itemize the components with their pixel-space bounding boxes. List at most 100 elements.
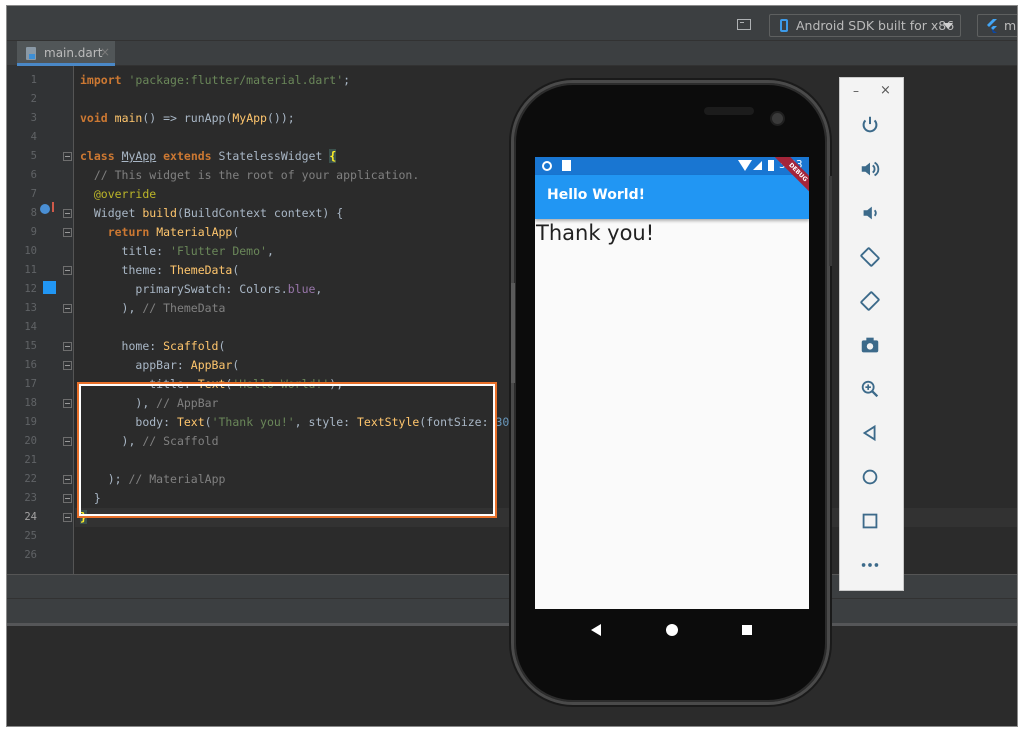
back-button[interactable] [858, 421, 882, 445]
fold-marker[interactable] [63, 152, 72, 161]
tab-main-dart[interactable]: main.dart × [17, 41, 115, 66]
token[interactable]: MyApp [122, 149, 157, 163]
camera-icon [770, 111, 785, 126]
body-text: Thank you! [536, 221, 655, 245]
token: AppBar [190, 358, 233, 372]
main-toolbar: Android SDK built for x86 m [7, 6, 1017, 41]
more-icon [861, 563, 879, 567]
token: ( [232, 263, 240, 277]
back-icon[interactable] [591, 624, 601, 636]
color-swatch-icon[interactable] [43, 281, 56, 294]
fold-marker[interactable] [63, 304, 72, 313]
token: main [114, 111, 143, 125]
app-bar-title: Hello World! [547, 187, 645, 203]
code-line-6: // This widget is the root of your appli… [80, 166, 419, 185]
token: extends [163, 149, 212, 163]
line-number: 25 [24, 530, 37, 542]
token: MyApp [232, 111, 267, 125]
token: // ThemeData [142, 301, 226, 315]
volume-down-icon [863, 206, 877, 220]
token: , [315, 282, 323, 296]
zoom-icon [861, 380, 879, 398]
phone-screen[interactable]: 3:03 Hello World! DEBUG Thank you! [535, 157, 809, 609]
code-line-16: appBar: AppBar( [80, 356, 239, 375]
more-button[interactable] [858, 553, 882, 577]
token: import [80, 73, 122, 87]
rotate-left-button[interactable] [858, 245, 882, 269]
line-number: 13 [24, 302, 37, 314]
line-number-current: 24 [24, 511, 37, 523]
token: StatelessWidget [218, 149, 323, 163]
fold-marker[interactable] [63, 399, 72, 408]
wifi-icon [738, 160, 752, 171]
token: MaterialApp [156, 225, 233, 239]
fold-marker[interactable] [63, 228, 72, 237]
volume-up-button[interactable] [858, 157, 882, 181]
token: Scaffold [163, 339, 219, 353]
fold-marker[interactable] [63, 437, 72, 446]
close-icon[interactable]: × [100, 45, 110, 59]
zoom-button[interactable] [858, 377, 882, 401]
token: (BuildContext context) { [176, 206, 344, 220]
annotation-highlight-box [77, 382, 497, 518]
token: () => runApp( [142, 111, 233, 125]
code-line-15: home: Scaffold( [80, 337, 226, 356]
fold-marker[interactable] [63, 342, 72, 351]
phone-icon [780, 19, 788, 32]
fold-marker[interactable] [63, 513, 72, 522]
code-line-3: void main() => runApp(MyApp()); [80, 109, 295, 128]
code-line-5: class MyApp extends StatelessWidget { [80, 147, 337, 166]
line-number: 17 [24, 378, 37, 390]
line-number: 3 [30, 112, 37, 124]
rotate-left-icon [860, 247, 880, 267]
override-icon[interactable] [40, 202, 54, 214]
terminal-icon[interactable] [737, 19, 751, 30]
device-label: Android SDK built for x86 [796, 18, 955, 33]
fold-marker[interactable] [63, 361, 72, 370]
token: ), [121, 301, 143, 315]
minimize-button[interactable]: – [853, 84, 859, 98]
token: ( [232, 358, 240, 372]
battery-icon [768, 160, 774, 171]
token: ( [232, 225, 240, 239]
token: build [142, 206, 177, 220]
line-number: 8 [30, 207, 37, 219]
phone-speaker [704, 107, 754, 115]
home-button[interactable] [858, 465, 882, 489]
signal-icon [753, 161, 762, 170]
volume-up-icon [861, 161, 880, 177]
screenshot-button[interactable] [858, 333, 882, 357]
fold-marker[interactable] [63, 209, 72, 218]
flutter-icon [987, 19, 997, 33]
home-icon[interactable] [666, 624, 678, 636]
device-selector[interactable]: Android SDK built for x86 [769, 14, 961, 37]
token: title: [121, 244, 171, 258]
code-line-13: ), // ThemeData [80, 299, 226, 318]
phone-side-button [829, 176, 832, 266]
fold-marker[interactable] [63, 266, 72, 275]
token: home: [121, 339, 164, 353]
chevron-down-icon [943, 23, 953, 29]
close-button[interactable]: × [880, 83, 891, 98]
line-number: 4 [30, 131, 37, 143]
tab-label: main.dart [44, 46, 103, 60]
line-number: 12 [24, 283, 37, 295]
android-nav-bar [535, 609, 809, 649]
line-number: 1 [30, 74, 37, 86]
code-line-9: return MaterialApp( [80, 223, 240, 242]
fold-marker[interactable] [63, 494, 72, 503]
rotate-right-button[interactable] [858, 289, 882, 313]
token: // This widget is the root of your appli… [93, 168, 420, 182]
ide-window: Android SDK built for x86 m main.dart × … [6, 5, 1018, 727]
line-number: 5 [30, 150, 37, 162]
fold-marker[interactable] [63, 475, 72, 484]
power-button[interactable] [858, 113, 882, 137]
code-line-11: theme: ThemeData( [80, 261, 240, 280]
flutter-config-selector[interactable]: m [977, 14, 1017, 37]
line-number: 26 [24, 549, 37, 561]
volume-down-button[interactable] [858, 201, 882, 225]
token: ThemeData [170, 263, 233, 277]
overview-button[interactable] [858, 509, 882, 533]
token: { [329, 149, 337, 163]
overview-icon[interactable] [742, 625, 752, 635]
